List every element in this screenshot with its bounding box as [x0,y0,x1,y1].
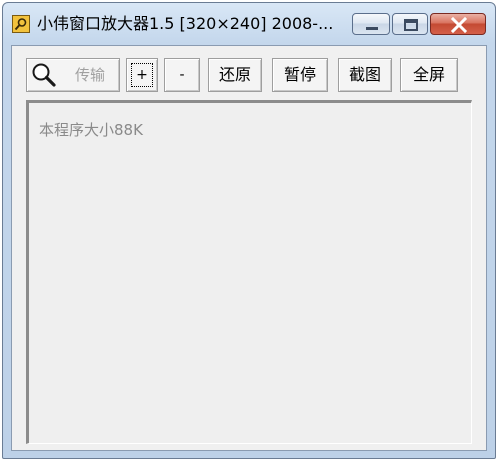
app-window: 小伟窗口放大器1.5 [320×240] 2008-... 传输 + - 还原 … [2,2,496,459]
restore-button[interactable]: 还原 [208,58,262,92]
client-area: 传输 + - 还原 暂停 截图 全屏 本程序大小88K [11,45,487,451]
transfer-group: 传输 [26,58,120,92]
title-bar[interactable]: 小伟窗口放大器1.5 [320×240] 2008-... [3,3,495,39]
zoom-in-label: + [136,67,148,83]
transfer-button[interactable]: 传输 [63,59,117,91]
magnifier-display[interactable]: 本程序大小88K [26,100,472,444]
screenshot-button[interactable]: 截图 [338,58,392,92]
minimize-icon [366,27,378,30]
close-icon [450,16,468,34]
window-title: 小伟窗口放大器1.5 [320×240] 2008-... [37,14,334,33]
fullscreen-button[interactable]: 全屏 [400,58,458,92]
pause-button[interactable]: 暂停 [272,58,328,92]
magnifier-icon[interactable] [30,62,58,88]
app-icon[interactable] [12,15,30,33]
maximize-icon [404,19,418,31]
zoom-out-button[interactable]: - [164,58,200,92]
minimize-button[interactable] [352,13,390,35]
close-button[interactable] [430,13,486,35]
program-size-text: 本程序大小88K [39,121,143,139]
maximize-button[interactable] [392,13,428,35]
zoom-in-button[interactable]: + [126,58,158,92]
